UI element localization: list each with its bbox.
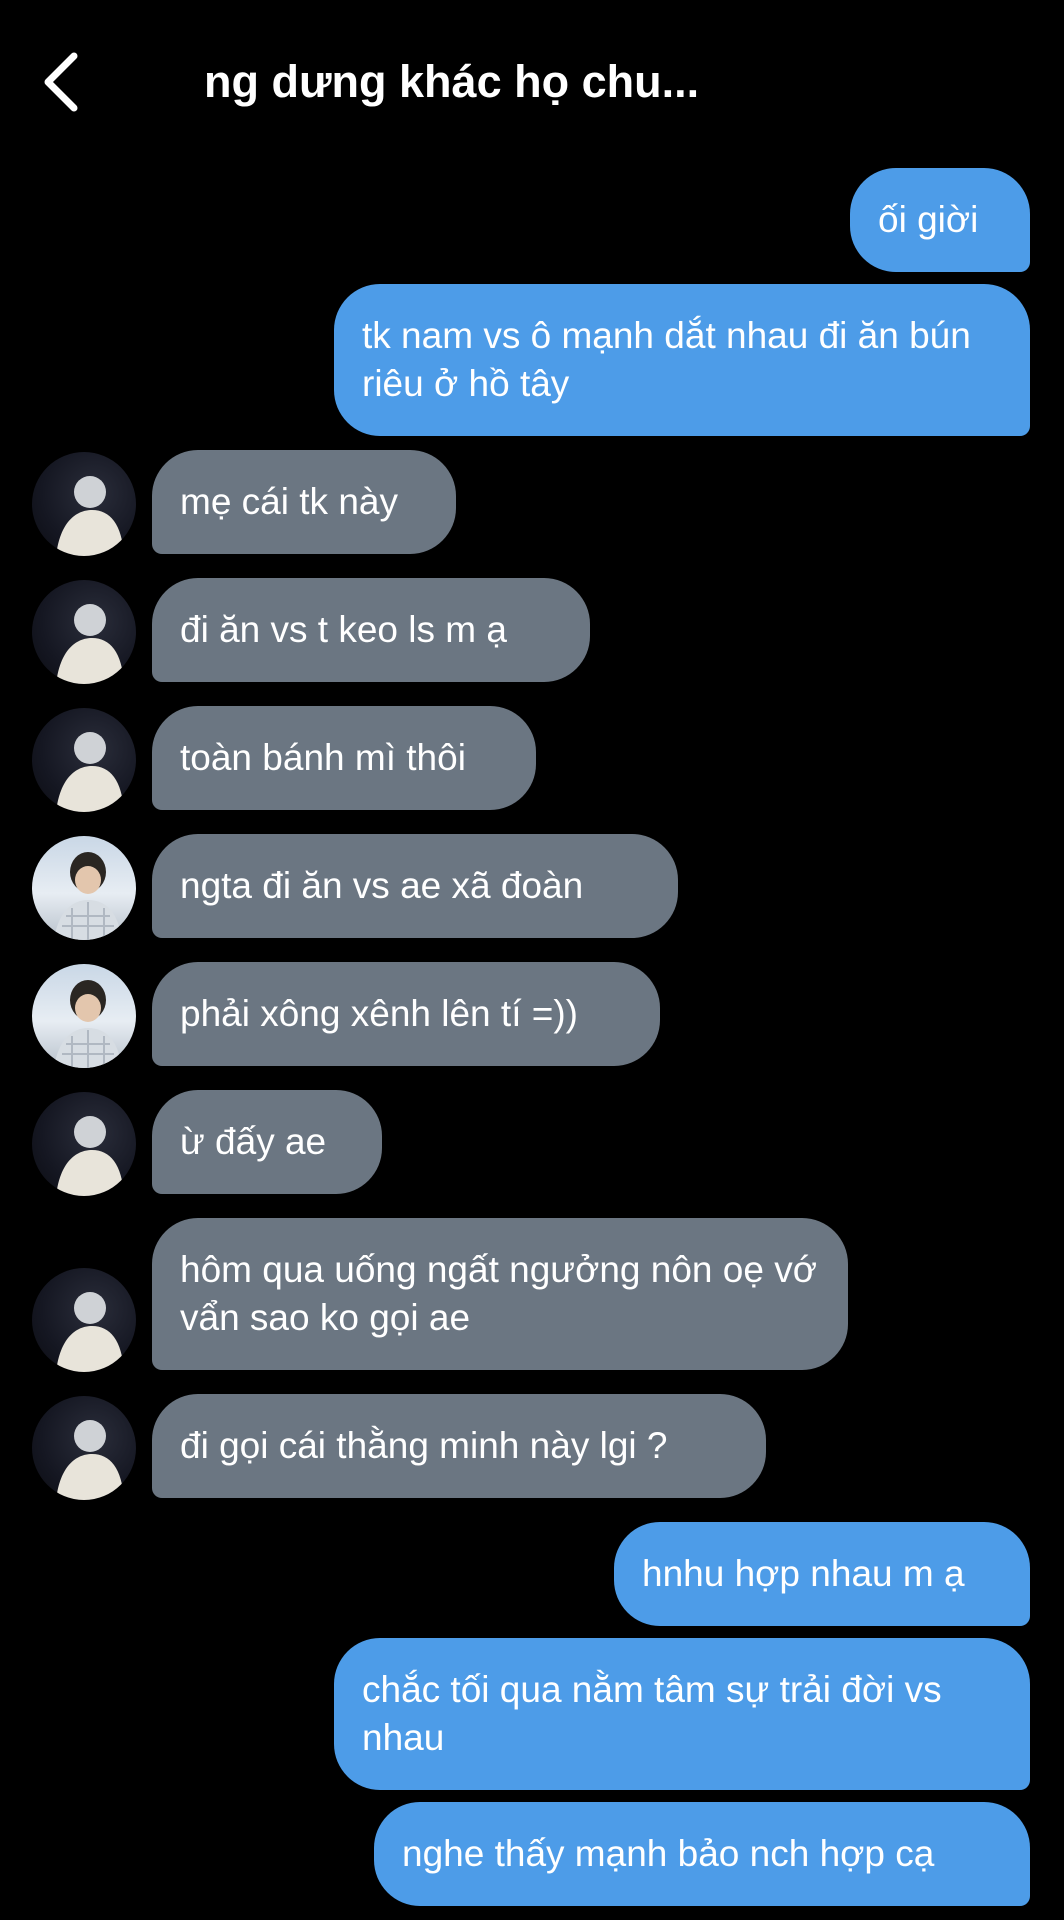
message-text: ngta đi ăn vs ae xã đoàn bbox=[180, 865, 584, 906]
avatar[interactable] bbox=[32, 580, 136, 684]
avatar-person-icon bbox=[54, 852, 122, 940]
avatar[interactable] bbox=[32, 1268, 136, 1372]
avatar[interactable] bbox=[32, 836, 136, 940]
chat-header: ng dưng khác họ chu... bbox=[0, 0, 1064, 150]
message-text: đi gọi cái thằng minh này lgi ? bbox=[180, 1425, 668, 1466]
outgoing-message[interactable]: hnhu hợp nhau m ạ bbox=[614, 1522, 1030, 1626]
incoming-message[interactable]: đi gọi cái thằng minh này lgi ? bbox=[152, 1394, 766, 1498]
incoming-message[interactable]: ngta đi ăn vs ae xã đoàn bbox=[152, 834, 678, 938]
outgoing-message[interactable]: ối giời bbox=[850, 168, 1030, 272]
outgoing-message[interactable]: chắc tối qua nằm tâm sự trải đời vs nhau bbox=[334, 1638, 1030, 1790]
incoming-message[interactable]: phải xông xênh lên tí =)) bbox=[152, 962, 660, 1066]
message-text: chắc tối qua nằm tâm sự trải đời vs nhau bbox=[362, 1669, 942, 1758]
avatar[interactable] bbox=[32, 708, 136, 812]
incoming-message[interactable]: toàn bánh mì thôi bbox=[152, 706, 536, 810]
avatar-silhouette-icon bbox=[56, 1420, 124, 1500]
outgoing-message[interactable]: nghe thấy mạnh bảo nch hợp cạ bbox=[374, 1802, 1030, 1906]
avatar[interactable] bbox=[32, 1092, 136, 1196]
back-button[interactable] bbox=[38, 50, 88, 114]
message-text: đi ăn vs t keo ls m ạ bbox=[180, 609, 507, 650]
message-text: phải xông xênh lên tí =)) bbox=[180, 993, 579, 1034]
chevron-left-icon bbox=[44, 52, 78, 112]
message-text: ừ đấy ae bbox=[180, 1121, 327, 1162]
message-text: tk nam vs ô mạnh dắt nhau đi ăn bún riêu… bbox=[362, 315, 971, 404]
message-text: hôm qua uống ngất ngưởng nôn oẹ vớ vẩn s… bbox=[180, 1249, 817, 1338]
message-text: hnhu hợp nhau m ạ bbox=[642, 1553, 965, 1594]
conversation-title[interactable]: ng dưng khác họ chu... bbox=[204, 54, 699, 110]
avatar-person-icon bbox=[54, 980, 122, 1068]
message-text: mẹ cái tk này bbox=[180, 481, 398, 522]
avatar[interactable] bbox=[32, 1396, 136, 1500]
message-text: nghe thấy mạnh bảo nch hợp cạ bbox=[402, 1833, 935, 1874]
incoming-message[interactable]: ừ đấy ae bbox=[152, 1090, 382, 1194]
avatar[interactable] bbox=[32, 452, 136, 556]
avatar-silhouette-icon bbox=[56, 732, 124, 812]
incoming-message[interactable]: đi ăn vs t keo ls m ạ bbox=[152, 578, 590, 682]
avatar-silhouette-icon bbox=[56, 476, 124, 556]
avatar[interactable] bbox=[32, 964, 136, 1068]
outgoing-message[interactable]: tk nam vs ô mạnh dắt nhau đi ăn bún riêu… bbox=[334, 284, 1030, 436]
incoming-message[interactable]: mẹ cái tk này bbox=[152, 450, 456, 554]
avatar-silhouette-icon bbox=[56, 604, 124, 684]
message-text: toàn bánh mì thôi bbox=[180, 737, 466, 778]
avatar-silhouette-icon bbox=[56, 1116, 124, 1196]
message-text: ối giời bbox=[878, 199, 979, 240]
avatar-silhouette-icon bbox=[56, 1292, 124, 1372]
incoming-message[interactable]: hôm qua uống ngất ngưởng nôn oẹ vớ vẩn s… bbox=[152, 1218, 848, 1370]
